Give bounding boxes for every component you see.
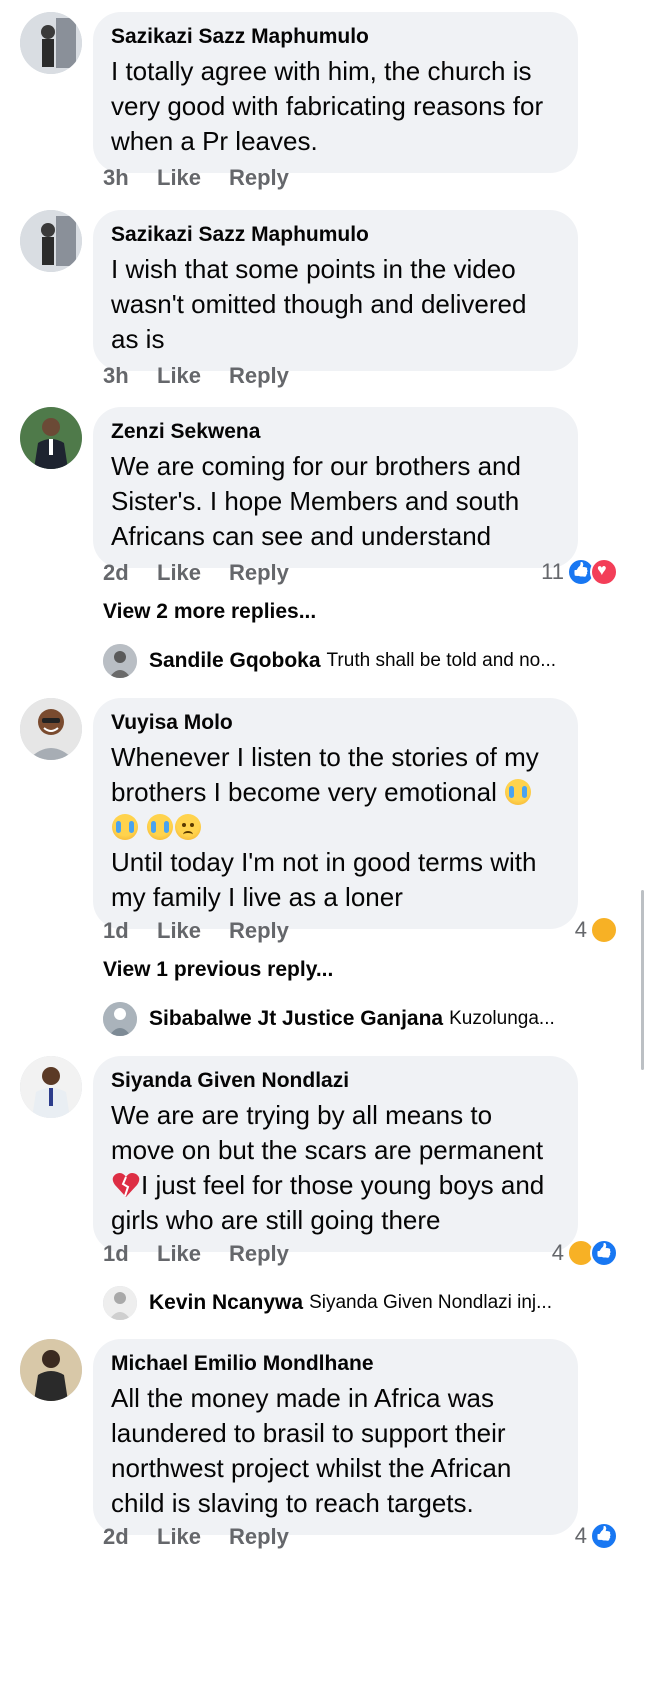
reply-preview[interactable]: Sibabalwe Jt Justice Ganjana Kuzolunga..…	[103, 1002, 555, 1036]
like-button[interactable]: Like	[157, 918, 229, 944]
reaction-summary[interactable]: 4	[575, 916, 618, 944]
avatar[interactable]	[103, 1002, 137, 1036]
comment-bubble[interactable]: Sazikazi Sazz Maphumulo I wish that some…	[93, 210, 578, 371]
comment-author[interactable]: Siyanda Given Nondlazi	[111, 1068, 558, 1094]
reply-preview[interactable]: Sandile Gqoboka Truth shall be told and …	[103, 644, 556, 678]
reaction-summary[interactable]: 11	[541, 558, 618, 586]
sad-reaction-icon	[590, 916, 618, 944]
comment-text-segment: I just feel for those young boys and gir…	[111, 1170, 545, 1235]
loudly-crying-emoji-icon	[147, 814, 174, 840]
reply-snippet: Siyanda Given Nondlazi inj...	[309, 1292, 552, 1313]
reply-author[interactable]: Kevin Ncanywa	[149, 1291, 303, 1315]
comment-actions: 1d Like Reply	[103, 1241, 289, 1267]
reply-button[interactable]: Reply	[229, 1241, 289, 1267]
comment-actions: 1d Like Reply	[103, 918, 289, 944]
reply-button[interactable]: Reply	[229, 560, 289, 586]
love-reaction-icon	[590, 558, 618, 586]
avatar[interactable]	[103, 644, 137, 678]
loudly-crying-emoji-icon	[112, 814, 138, 840]
comment-bubble[interactable]: Sazikazi Sazz Maphumulo I totally agree …	[93, 12, 578, 173]
scrollbar[interactable]	[641, 890, 644, 1070]
reaction-summary[interactable]: 4	[552, 1239, 618, 1267]
loudly-crying-emoji-icon	[505, 779, 532, 805]
reaction-count: 11	[541, 559, 564, 584]
like-button[interactable]: Like	[157, 1241, 229, 1267]
comment-text-line: Whenever I listen to the stories of my b…	[111, 742, 539, 807]
comment-author[interactable]: Vuyisa Molo	[111, 710, 558, 736]
comment-text: We are are trying by all means to move o…	[111, 1098, 558, 1238]
reply-button[interactable]: Reply	[229, 918, 289, 944]
view-more-replies-link[interactable]: View 2 more replies...	[103, 600, 316, 624]
comment-actions: 2d Like Reply	[103, 1524, 289, 1550]
sad-face-emoji-icon	[175, 814, 202, 840]
like-button[interactable]: Like	[157, 560, 229, 586]
comment-bubble[interactable]: Siyanda Given Nondlazi We are are trying…	[93, 1056, 578, 1252]
comment-time[interactable]: 1d	[103, 918, 157, 944]
comment-text: All the money made in Africa was launder…	[111, 1383, 512, 1518]
avatar[interactable]	[20, 698, 82, 760]
avatar[interactable]	[20, 1056, 82, 1118]
comment-time[interactable]: 3h	[103, 165, 157, 191]
comment-text: Whenever I listen to the stories of my b…	[111, 740, 558, 915]
comment-time[interactable]: 1d	[103, 1241, 157, 1267]
reply-author[interactable]: Sandile Gqoboka	[149, 649, 321, 673]
comment-text-segment: We are are trying by all means to move o…	[111, 1100, 544, 1165]
comment-time[interactable]: 2d	[103, 1524, 157, 1550]
comment-bubble[interactable]: Zenzi Sekwena We are coming for our brot…	[93, 407, 578, 568]
like-button[interactable]: Like	[157, 1524, 229, 1550]
reply-button[interactable]: Reply	[229, 363, 289, 389]
like-reaction-icon	[590, 1522, 618, 1550]
comment-time[interactable]: 2d	[103, 560, 157, 586]
reaction-count: 4	[574, 917, 587, 942]
comment-actions: 3h Like Reply	[103, 165, 289, 191]
reply-snippet: Truth shall be told and no...	[326, 650, 557, 671]
reply-preview[interactable]: Kevin Ncanywa Siyanda Given Nondlazi inj…	[103, 1286, 552, 1320]
comment-text: I wish that some points in the video was…	[111, 254, 527, 354]
comment-text-line: Until today I'm not in good terms with m…	[111, 847, 537, 912]
like-reaction-icon	[590, 1239, 618, 1267]
avatar[interactable]	[20, 1339, 82, 1401]
comment-actions: 2d Like Reply	[103, 560, 289, 586]
reply-button[interactable]: Reply	[229, 165, 289, 191]
comment-text: We are coming for our brothers and Siste…	[111, 451, 521, 551]
reaction-count: 4	[574, 1523, 587, 1548]
comment-bubble[interactable]: Vuyisa Molo Whenever I listen to the sto…	[93, 698, 578, 929]
reply-author[interactable]: Sibabalwe Jt Justice Ganjana	[149, 1007, 443, 1031]
comment-author[interactable]: Sazikazi Sazz Maphumulo	[111, 222, 558, 248]
reaction-count: 4	[551, 1240, 564, 1265]
comment-bubble[interactable]: Michael Emilio Mondlhane All the money m…	[93, 1339, 578, 1535]
comment-text: I totally agree with him, the church is …	[111, 56, 544, 156]
comment-author[interactable]: Sazikazi Sazz Maphumulo	[111, 24, 558, 50]
avatar[interactable]	[20, 12, 82, 74]
like-button[interactable]: Like	[157, 165, 229, 191]
avatar[interactable]	[20, 210, 82, 272]
reply-button[interactable]: Reply	[229, 1524, 289, 1550]
like-button[interactable]: Like	[157, 363, 229, 389]
comment-author[interactable]: Michael Emilio Mondlhane	[111, 1351, 558, 1377]
comment-author[interactable]: Zenzi Sekwena	[111, 419, 558, 445]
comment-actions: 3h Like Reply	[103, 363, 289, 389]
broken-heart-emoji-icon	[112, 1172, 140, 1198]
comment-time[interactable]: 3h	[103, 363, 157, 389]
reply-snippet: Kuzolunga...	[449, 1008, 555, 1029]
avatar[interactable]	[103, 1286, 137, 1320]
view-previous-replies-link[interactable]: View 1 previous reply...	[103, 958, 333, 982]
reaction-summary[interactable]: 4	[575, 1522, 618, 1550]
avatar[interactable]	[20, 407, 82, 469]
